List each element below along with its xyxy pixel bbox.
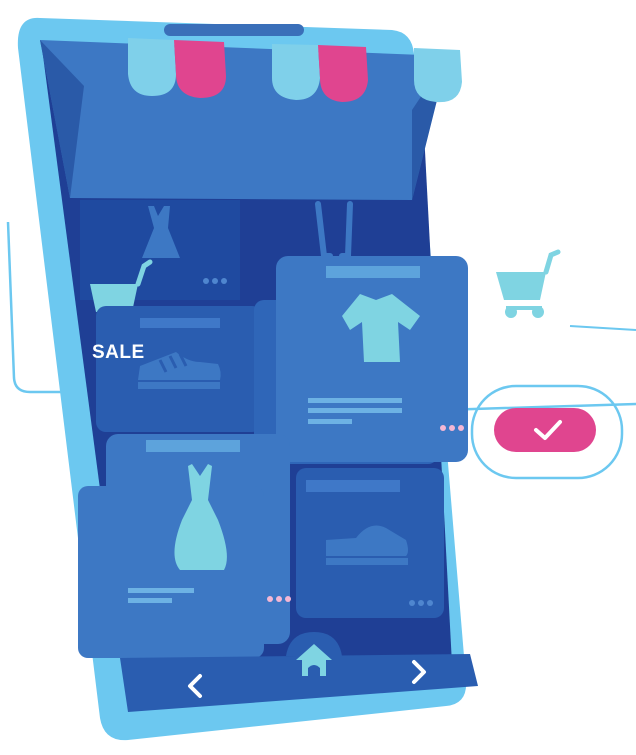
card-title-bar <box>326 266 420 278</box>
text-line <box>308 398 402 403</box>
card-title-bar <box>306 480 400 492</box>
card-dots <box>409 600 433 606</box>
text-line <box>128 588 194 593</box>
sale-label: SALE <box>92 342 145 363</box>
storefront-canopy <box>40 40 448 200</box>
phone-speaker <box>164 24 304 36</box>
card-title-bar <box>140 318 220 328</box>
card-dots <box>440 425 464 431</box>
mobile-shopping-illustration: SALE <box>6 17 636 741</box>
card-dots <box>267 596 291 602</box>
text-line <box>128 598 172 603</box>
speed-line <box>569 325 636 331</box>
text-line <box>308 419 352 424</box>
card-title-bar <box>146 440 240 452</box>
card-dots <box>203 278 227 284</box>
confirm-button[interactable] <box>494 408 596 452</box>
floating-cart-icon <box>496 249 561 318</box>
text-line <box>308 408 402 413</box>
product-card-dress <box>78 486 264 658</box>
